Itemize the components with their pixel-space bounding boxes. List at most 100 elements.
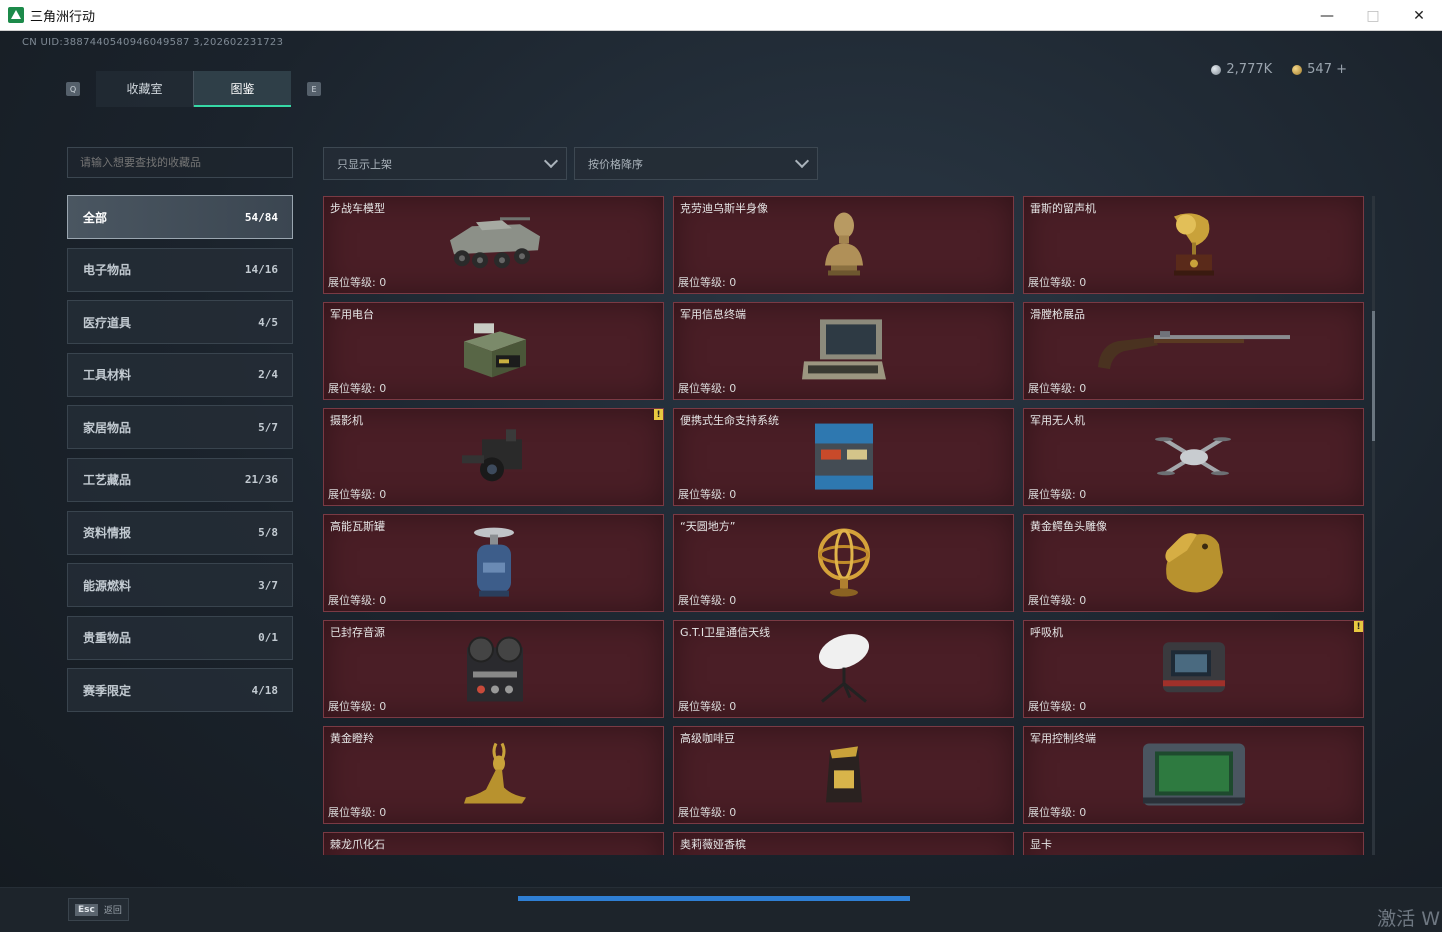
- item-name: 雷斯的留声机: [1030, 202, 1096, 215]
- category-intel[interactable]: 资料情报 5/8: [67, 510, 293, 555]
- item-level: 展位等级: 0: [328, 382, 387, 395]
- item-name: 棘龙爪化石: [330, 838, 385, 851]
- tab-codex[interactable]: 图鉴: [194, 71, 291, 107]
- item-card[interactable]: 滑膛枪展品 展位等级: 0: [1023, 302, 1364, 400]
- item-level: 展位等级: 0: [678, 806, 737, 819]
- item-name: 克劳迪乌斯半身像: [680, 202, 768, 215]
- category-electronics[interactable]: 电子物品 14/16: [67, 247, 293, 292]
- gas-tank-icon: [469, 525, 519, 605]
- bottom-bar: Esc 返回: [0, 887, 1442, 932]
- tab-collection-room[interactable]: 收藏室: [96, 71, 193, 107]
- category-label: 电子物品: [83, 263, 132, 278]
- category-seasonal[interactable]: 赛季限定 4/18: [67, 668, 293, 713]
- silver-amount: 2,777K: [1226, 62, 1273, 77]
- item-card[interactable]: 军用信息终端 展位等级: 0: [673, 302, 1014, 400]
- maximize-button[interactable]: □: [1350, 0, 1396, 31]
- category-label: 资料情报: [83, 526, 132, 541]
- item-card[interactable]: 已封存音源 展位等级: 0: [323, 620, 664, 718]
- category-count: 0/1: [258, 631, 278, 645]
- item-card[interactable]: 奥莉薇娅香槟 展位等级: 0: [673, 832, 1014, 855]
- back-button[interactable]: Esc 返回: [68, 898, 129, 921]
- camera-icon: [456, 425, 532, 491]
- item-card[interactable]: 步战车模型 展位等级: 0: [323, 196, 664, 294]
- item-name: 军用控制终端: [1030, 732, 1096, 745]
- category-medical[interactable]: 医疗道具 4/5: [67, 300, 293, 345]
- item-name: 高级咖啡豆: [680, 732, 735, 745]
- category-valuables[interactable]: 贵重物品 0/1: [67, 615, 293, 660]
- item-grid-scrollbar[interactable]: [1372, 196, 1375, 855]
- item-card[interactable]: “天圆地方” 展位等级: 0: [673, 514, 1014, 612]
- category-energy[interactable]: 能源燃料 3/7: [67, 563, 293, 608]
- item-card[interactable]: 克劳迪乌斯半身像 展位等级: 0: [673, 196, 1014, 294]
- window-titlebar: 三角洲行动 — □ ✕: [0, 0, 1442, 31]
- item-card[interactable]: 雷斯的留声机 展位等级: 0: [1023, 196, 1364, 294]
- item-level: 展位等级: 0: [328, 806, 387, 819]
- player-uid: CN UID:3887440540946049587 3,20260223172…: [22, 37, 284, 48]
- item-name: 军用信息终端: [680, 308, 746, 321]
- item-level: 展位等级: 0: [678, 594, 737, 607]
- category-household[interactable]: 家居物品 5/7: [67, 405, 293, 450]
- category-count: 4/18: [251, 683, 279, 697]
- item-card[interactable]: 呼吸机 ! 展位等级: 0: [1023, 620, 1364, 718]
- item-card[interactable]: 显卡 展位等级: 0: [1023, 832, 1364, 855]
- category-list: 全部 54/84 电子物品 14/16 医疗道具 4/5 工具材料 2/4 家居…: [67, 195, 293, 721]
- sort-dropdown[interactable]: 按价格降序: [574, 147, 818, 180]
- esc-key-label: Esc: [75, 903, 98, 916]
- item-card[interactable]: 军用电台 展位等级: 0: [323, 302, 664, 400]
- item-card[interactable]: 摄影机 ! 展位等级: 0: [323, 408, 664, 506]
- item-level: 展位等级: 0: [1028, 488, 1087, 501]
- close-button[interactable]: ✕: [1396, 0, 1442, 31]
- item-level: 展位等级: 0: [678, 488, 737, 501]
- category-label: 家居物品: [83, 420, 132, 435]
- item-level: 展位等级: 0: [328, 276, 387, 289]
- control-terminal-icon: [1139, 739, 1249, 813]
- gramophone-icon: [1164, 209, 1224, 285]
- item-card[interactable]: 军用控制终端 展位等级: 0: [1023, 726, 1364, 824]
- item-level: 展位等级: 0: [328, 594, 387, 607]
- item-card[interactable]: 黄金瞪羚 展位等级: 0: [323, 726, 664, 824]
- scrollbar-thumb[interactable]: [1372, 311, 1375, 441]
- category-crafts[interactable]: 工艺藏品 21/36: [67, 457, 293, 502]
- category-count: 54/84: [244, 210, 278, 224]
- gold-amount: 547 +: [1307, 62, 1347, 77]
- currency-gold[interactable]: 547 +: [1292, 62, 1347, 77]
- chevron-down-icon: [543, 153, 559, 169]
- silver-coin-icon: [1211, 64, 1222, 75]
- item-name: 显卡: [1030, 838, 1052, 851]
- category-label: 能源燃料: [83, 578, 132, 593]
- category-tools[interactable]: 工具材料 2/4: [67, 352, 293, 397]
- sort-value: 按价格降序: [588, 157, 643, 171]
- bust-icon: [819, 209, 869, 283]
- item-card[interactable]: 黄金鳄鱼头雕像 展位等级: 0: [1023, 514, 1364, 612]
- category-all[interactable]: 全部 54/84: [67, 195, 293, 239]
- item-name: “天圆地方”: [680, 520, 736, 533]
- item-level: 展位等级: 0: [678, 276, 737, 289]
- search-input[interactable]: [67, 147, 293, 178]
- item-name: 高能瓦斯罐: [330, 520, 385, 533]
- item-card[interactable]: G.T.I卫星通信天线 展位等级: 0: [673, 620, 1014, 718]
- item-card[interactable]: 棘龙爪化石 展位等级: 0: [323, 832, 664, 855]
- item-level: 展位等级: 0: [328, 700, 387, 713]
- minimize-button[interactable]: —: [1304, 0, 1350, 31]
- item-level: 展位等级: 0: [678, 700, 737, 713]
- croc-head-icon: [1157, 528, 1231, 600]
- terminal-icon: [800, 317, 888, 387]
- item-name: 呼吸机: [1030, 626, 1063, 639]
- chevron-down-icon: [794, 153, 810, 169]
- item-name: 便携式生命支持系统: [680, 414, 779, 427]
- window-title: 三角洲行动: [30, 9, 96, 25]
- item-name: 军用电台: [330, 308, 374, 321]
- tab-prev-key[interactable]: Q: [66, 82, 80, 96]
- shelf-filter-dropdown[interactable]: 只显示上架: [323, 147, 567, 180]
- item-card[interactable]: 军用无人机 展位等级: 0: [1023, 408, 1364, 506]
- back-label: 返回: [103, 906, 122, 916]
- taskbar-progress: [518, 896, 910, 901]
- currency-display: 2,777K 547 +: [1211, 62, 1347, 77]
- item-name: 军用无人机: [1030, 414, 1085, 427]
- item-level: 展位等级: 0: [1028, 382, 1087, 395]
- item-card[interactable]: 高能瓦斯罐 展位等级: 0: [323, 514, 664, 612]
- item-card[interactable]: 高级咖啡豆 展位等级: 0: [673, 726, 1014, 824]
- item-card[interactable]: 便携式生命支持系统 展位等级: 0: [673, 408, 1014, 506]
- game-viewport: CN UID:3887440540946049587 3,20260223172…: [0, 31, 1442, 932]
- tab-next-key[interactable]: E: [307, 82, 321, 96]
